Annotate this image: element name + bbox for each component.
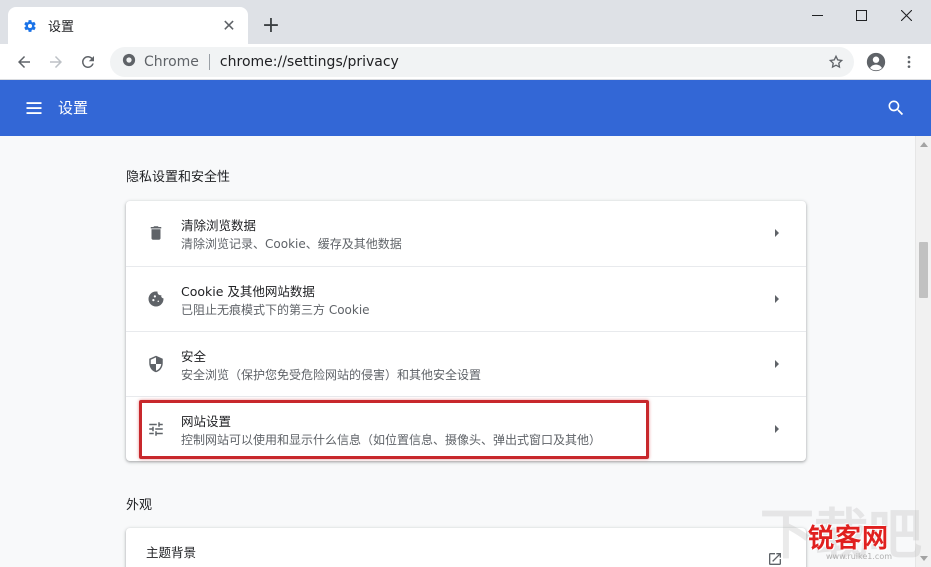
hamburger-menu-icon[interactable] [24,98,44,118]
row-subtitle: 安全浏览（保护您免受危险网站的侵害）和其他安全设置 [181,368,482,382]
minimize-button[interactable] [795,0,839,30]
trash-icon [146,223,166,243]
security-row[interactable]: 安全 安全浏览（保护您免受危险网站的侵害）和其他安全设置 [126,331,806,396]
more-vert-icon [907,56,911,68]
chevron-right-icon [770,357,784,371]
star-icon[interactable] [826,52,846,72]
watermark-logo: 锐客网 [808,524,890,554]
menu-button[interactable] [895,48,923,76]
address-bar[interactable]: Chrome chrome://settings/privacy [110,47,854,77]
clear-browsing-data-row[interactable]: 清除浏览数据 清除浏览记录、Cookie、缓存及其他数据 [126,201,806,266]
arrow-left-icon [18,56,30,68]
gear-icon [22,18,38,34]
window-close-button[interactable] [884,0,928,30]
back-button[interactable] [10,48,38,76]
browser-toolbar: Chrome chrome://settings/privacy [0,44,931,80]
privacy-card: 清除浏览数据 清除浏览记录、Cookie、缓存及其他数据 Cookie 及其他网… [126,201,806,461]
watermark-domain: www.ruike1.com [826,552,893,561]
chevron-right-icon [770,422,784,436]
tab-settings[interactable]: 设置 ✕ [8,7,248,44]
section-title-privacy: 隐私设置和安全性 [126,170,231,185]
minimize-icon [811,14,823,16]
omnibox-site-label: Chrome [144,54,199,70]
close-icon[interactable]: ✕ [220,16,238,35]
section-title-appearance: 外观 [126,498,153,513]
row-title: 网站设置 [181,414,232,429]
search-icon[interactable] [886,98,906,118]
page-title: 设置 [58,99,89,117]
shield-icon [146,354,166,374]
maximize-button[interactable] [839,0,883,30]
maximize-icon [855,9,867,21]
arrow-right-icon [50,56,62,68]
appearance-card: 主题背景 [126,528,806,567]
cookie-icon [146,289,166,309]
row-subtitle: 控制网站可以使用和显示什么信息（如位置信息、摄像头、弹出式窗口及其他） [181,433,602,447]
omnibox-separator [208,54,210,70]
row-subtitle: 已阻止无痕模式下的第三方 Cookie [181,303,370,317]
avatar-icon [866,52,886,72]
forward-button[interactable] [42,48,70,76]
omnibox-url[interactable]: chrome://settings/privacy [220,54,399,70]
settings-header: 设置 [0,80,931,136]
tab-strip: 设置 ✕ + [0,0,931,44]
window-close-icon [900,9,912,21]
profile-button[interactable] [862,48,890,76]
new-tab-button[interactable]: + [259,13,283,38]
theme-row[interactable]: 主题背景 [126,528,806,567]
cookies-row[interactable]: Cookie 及其他网站数据 已阻止无痕模式下的第三方 Cookie [126,266,806,331]
scroll-up-arrow-icon[interactable] [920,142,928,147]
scrollbar-thumb[interactable] [919,242,928,298]
chrome-logo-icon [122,53,136,71]
row-title: Cookie 及其他网站数据 [181,284,315,299]
tune-icon [146,419,166,439]
row-title: 安全 [181,349,207,364]
reload-button[interactable] [74,48,102,76]
tab-title: 设置 [48,20,75,35]
row-title: 主题背景 [146,545,197,560]
row-subtitle: 清除浏览记录、Cookie、缓存及其他数据 [181,237,402,251]
row-title: 清除浏览数据 [181,218,257,233]
chevron-right-icon [770,292,784,306]
chevron-right-icon [770,226,784,240]
reload-icon [81,55,94,68]
site-settings-row[interactable]: 网站设置 控制网站可以使用和显示什么信息（如位置信息、摄像头、弹出式窗口及其他） [126,396,806,461]
